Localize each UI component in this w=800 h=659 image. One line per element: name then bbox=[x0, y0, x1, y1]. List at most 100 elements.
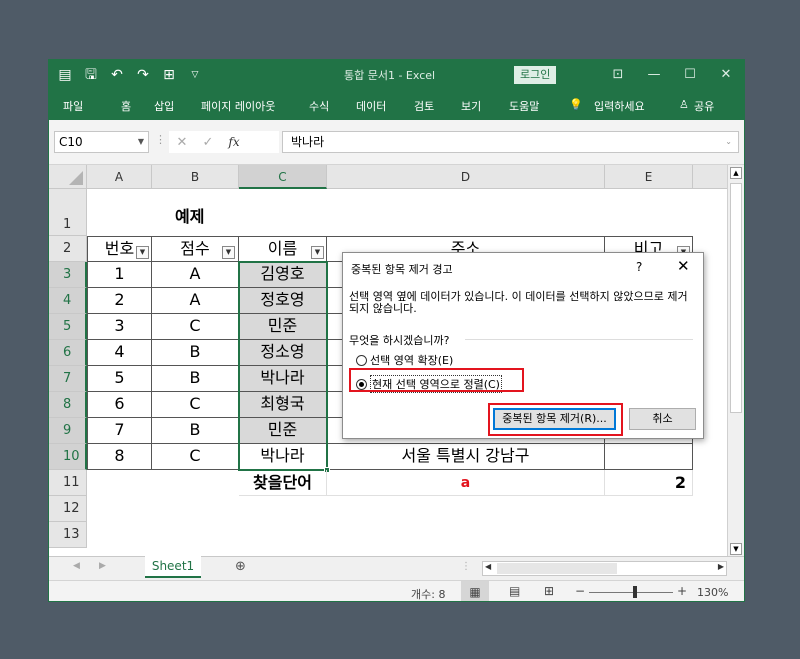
cell-score[interactable]: C bbox=[152, 444, 239, 470]
expand-icon[interactable]: ⌄ bbox=[725, 132, 732, 152]
cell-number[interactable]: 3 bbox=[87, 314, 152, 340]
row-header-9[interactable]: 9 bbox=[49, 418, 87, 444]
table-icon[interactable]: ⊞ bbox=[161, 65, 177, 85]
cell-name[interactable]: 민준 bbox=[239, 314, 327, 340]
cell-score[interactable]: C bbox=[152, 392, 239, 418]
cell-number[interactable]: 8 bbox=[87, 444, 152, 470]
cell-score[interactable]: C bbox=[152, 314, 239, 340]
cell-name[interactable]: 정소영 bbox=[239, 340, 327, 366]
scroll-left-icon[interactable]: ◀ bbox=[485, 562, 491, 571]
enter-icon[interactable]: ✓ bbox=[195, 132, 221, 154]
cell-number[interactable]: 1 bbox=[87, 262, 152, 288]
tab-prev-icon[interactable]: ◀ bbox=[73, 561, 80, 571]
header-cell-name[interactable]: 이름 ▼ bbox=[239, 236, 327, 262]
row-header-5[interactable]: 5 bbox=[49, 314, 87, 340]
row-header-3[interactable]: 3 bbox=[49, 262, 87, 288]
cell-number[interactable]: 7 bbox=[87, 418, 152, 444]
hscroll-thumb[interactable] bbox=[497, 563, 617, 574]
zoom-slider[interactable] bbox=[589, 592, 673, 593]
cell-name[interactable]: 박나라 bbox=[239, 366, 327, 392]
vertical-scrollbar[interactable]: ▲ ▼ bbox=[727, 165, 744, 557]
zoom-out-icon[interactable]: − bbox=[575, 584, 585, 598]
tab-data[interactable]: 데이터 bbox=[356, 98, 386, 114]
customize-icon[interactable]: ▽ bbox=[187, 65, 203, 85]
tab-formulas[interactable]: 수식 bbox=[309, 98, 329, 114]
ribbon-display-icon[interactable]: ⊡ bbox=[600, 60, 636, 90]
cell-score[interactable]: B bbox=[152, 366, 239, 392]
cell-name[interactable]: 최형국 bbox=[239, 392, 327, 418]
scroll-right-icon[interactable]: ▶ bbox=[718, 562, 724, 571]
close-icon[interactable]: ✕ bbox=[677, 257, 690, 275]
search-word-label[interactable]: 찾을단어 bbox=[239, 470, 327, 496]
maximize-icon[interactable]: ☐ bbox=[672, 60, 708, 90]
cell-score[interactable]: B bbox=[152, 418, 239, 444]
cell-number[interactable]: 2 bbox=[87, 288, 152, 314]
tab-file[interactable]: 파일 bbox=[63, 98, 83, 114]
tab-help[interactable]: 도움말 bbox=[509, 98, 539, 114]
scroll-down-icon[interactable]: ▼ bbox=[730, 543, 742, 555]
zoom-level[interactable]: 130% bbox=[697, 586, 728, 599]
add-sheet-icon[interactable]: ⊕ bbox=[235, 559, 246, 574]
header-cell-number[interactable]: 번호 ▼ bbox=[87, 236, 152, 262]
cell-score[interactable]: B bbox=[152, 340, 239, 366]
row-header-10[interactable]: 10 bbox=[49, 444, 87, 470]
tab-home[interactable]: 홈 bbox=[121, 98, 131, 114]
page-break-icon[interactable]: ⊞ bbox=[544, 584, 554, 598]
row-header-4[interactable]: 4 bbox=[49, 288, 87, 314]
redo-icon[interactable]: ↷ bbox=[135, 65, 151, 85]
page-layout-icon[interactable]: ▤ bbox=[509, 584, 520, 598]
normal-view-icon[interactable]: ▦ bbox=[461, 581, 489, 601]
cell-number[interactable]: 4 bbox=[87, 340, 152, 366]
sheet-tab-sheet1[interactable]: Sheet1 bbox=[145, 556, 201, 578]
row-header-13[interactable]: 13 bbox=[49, 522, 87, 548]
count-result-cell[interactable]: 2 bbox=[605, 470, 693, 496]
chevron-down-icon[interactable]: ▼ bbox=[138, 132, 144, 152]
cell-score[interactable]: A bbox=[152, 262, 239, 288]
cell-note[interactable] bbox=[605, 444, 693, 470]
help-button[interactable]: ? bbox=[636, 260, 642, 274]
cell-name[interactable]: 김영호 bbox=[239, 262, 327, 288]
column-header-d[interactable]: D bbox=[327, 165, 605, 189]
row-header-6[interactable]: 6 bbox=[49, 340, 87, 366]
tab-next-icon[interactable]: ▶ bbox=[99, 561, 106, 571]
share-button[interactable]: 공유 bbox=[694, 98, 714, 114]
name-box[interactable]: C10 ▼ bbox=[54, 131, 149, 153]
tab-insert[interactable]: 삽입 bbox=[154, 98, 174, 114]
search-word-cell[interactable]: a bbox=[327, 470, 605, 496]
filter-dropdown-icon[interactable]: ▼ bbox=[222, 246, 235, 259]
cell-score[interactable]: A bbox=[152, 288, 239, 314]
column-header-f[interactable] bbox=[693, 165, 727, 189]
filter-dropdown-icon[interactable]: ▼ bbox=[136, 246, 149, 259]
tab-view[interactable]: 보기 bbox=[461, 98, 481, 114]
column-header-c[interactable]: C bbox=[239, 165, 327, 189]
cancel-button[interactable]: 취소 bbox=[629, 408, 696, 430]
cell-name[interactable]: 정호영 bbox=[239, 288, 327, 314]
tab-page-layout[interactable]: 페이지 레이아웃 bbox=[201, 98, 275, 114]
column-header-e[interactable]: E bbox=[605, 165, 693, 189]
cell-address[interactable]: 서울 특별시 강남구 bbox=[327, 444, 605, 470]
cell-name[interactable]: 박나라 bbox=[239, 444, 327, 470]
row-header-2[interactable]: 2 bbox=[49, 236, 87, 262]
minimize-icon[interactable]: — bbox=[636, 60, 672, 90]
zoom-in-icon[interactable]: + bbox=[677, 584, 687, 598]
login-button[interactable]: 로그인 bbox=[514, 66, 557, 84]
row-header-11[interactable]: 11 bbox=[49, 470, 87, 496]
horizontal-scrollbar[interactable]: ◀ ▶ bbox=[482, 561, 727, 576]
undo-icon[interactable]: ↶ bbox=[109, 65, 125, 85]
tab-review[interactable]: 검토 bbox=[414, 98, 434, 114]
scroll-up-icon[interactable]: ▲ bbox=[730, 167, 742, 179]
zoom-slider-thumb[interactable] bbox=[633, 586, 637, 598]
column-header-a[interactable]: A bbox=[87, 165, 152, 189]
share-icon[interactable]: ♙ bbox=[679, 98, 689, 111]
formula-input[interactable]: 박나라 ⌄ bbox=[282, 131, 739, 153]
cell-name[interactable]: 민준 bbox=[239, 418, 327, 444]
cell-number[interactable]: 5 bbox=[87, 366, 152, 392]
row-header-1[interactable]: 1 bbox=[49, 189, 87, 236]
select-all-corner[interactable] bbox=[49, 165, 87, 189]
scroll-thumb[interactable] bbox=[730, 183, 742, 413]
radio-icon[interactable] bbox=[356, 354, 367, 366]
row-header-7[interactable]: 7 bbox=[49, 366, 87, 392]
fx-icon[interactable]: fx bbox=[221, 131, 247, 153]
close-icon[interactable]: ✕ bbox=[708, 60, 744, 90]
row-header-8[interactable]: 8 bbox=[49, 392, 87, 418]
